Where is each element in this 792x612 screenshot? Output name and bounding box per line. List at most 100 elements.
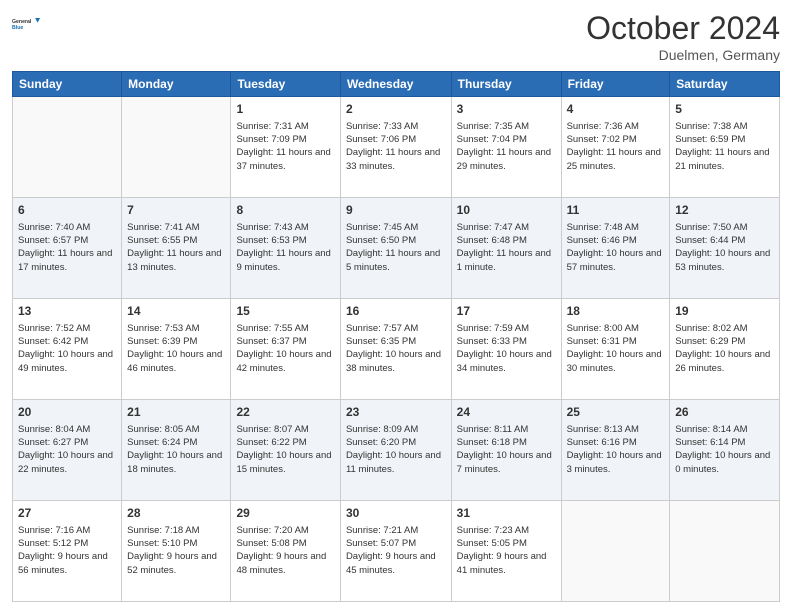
calendar-cell [670, 501, 780, 602]
calendar-cell [13, 97, 122, 198]
day-number: 20 [18, 404, 116, 421]
logo-icon: GeneralBlue [12, 10, 40, 38]
logo: GeneralBlue [12, 10, 40, 38]
day-info: Sunrise: 7:59 AM Sunset: 6:33 PM Dayligh… [457, 322, 556, 375]
day-info: Sunrise: 8:09 AM Sunset: 6:20 PM Dayligh… [346, 423, 446, 476]
calendar-week-3: 13 Sunrise: 7:52 AM Sunset: 6:42 PM Dayli… [13, 299, 780, 400]
day-number: 1 [236, 101, 334, 118]
day-info: Sunrise: 7:55 AM Sunset: 6:37 PM Dayligh… [236, 322, 334, 375]
calendar-cell: 6 Sunrise: 7:40 AM Sunset: 6:57 PM Daylig… [13, 198, 122, 299]
day-number: 4 [567, 101, 665, 118]
month-title: October 2024 [586, 10, 780, 47]
day-info: Sunrise: 7:52 AM Sunset: 6:42 PM Dayligh… [18, 322, 116, 375]
calendar-cell: 5Sunrise: 7:38 AM Sunset: 6:59 PM Daylig… [670, 97, 780, 198]
calendar-cell: 9 Sunrise: 7:45 AM Sunset: 6:50 PM Daylig… [340, 198, 451, 299]
col-header-sunday: Sunday [13, 72, 122, 97]
calendar-cell: 14 Sunrise: 7:53 AM Sunset: 6:39 PM Dayli… [122, 299, 231, 400]
day-number: 22 [236, 404, 334, 421]
col-header-monday: Monday [122, 72, 231, 97]
day-number: 2 [346, 101, 446, 118]
day-number: 15 [236, 303, 334, 320]
day-info: Sunrise: 7:40 AM Sunset: 6:57 PM Dayligh… [18, 221, 116, 274]
calendar-cell [122, 97, 231, 198]
calendar-cell: 2 Sunrise: 7:33 AM Sunset: 7:06 PM Daylig… [340, 97, 451, 198]
day-info: Sunrise: 8:13 AM Sunset: 6:16 PM Dayligh… [567, 423, 665, 476]
calendar-cell: 23Sunrise: 8:09 AM Sunset: 6:20 PM Dayli… [340, 400, 451, 501]
svg-text:General: General [12, 19, 32, 25]
day-info: Sunrise: 7:45 AM Sunset: 6:50 PM Dayligh… [346, 221, 446, 274]
day-number: 10 [457, 202, 556, 219]
day-info: Sunrise: 7:33 AM Sunset: 7:06 PM Dayligh… [346, 120, 446, 173]
day-info: Sunrise: 7:48 AM Sunset: 6:46 PM Dayligh… [567, 221, 665, 274]
day-number: 14 [127, 303, 225, 320]
calendar-cell: 11Sunrise: 7:48 AM Sunset: 6:46 PM Dayli… [561, 198, 670, 299]
day-info: Sunrise: 7:23 AM Sunset: 5:05 PM Dayligh… [457, 524, 556, 577]
header-row: SundayMondayTuesdayWednesdayThursdayFrid… [13, 72, 780, 97]
day-info: Sunrise: 7:36 AM Sunset: 7:02 PM Dayligh… [567, 120, 665, 173]
calendar-cell: 30Sunrise: 7:21 AM Sunset: 5:07 PM Dayli… [340, 501, 451, 602]
day-info: Sunrise: 8:04 AM Sunset: 6:27 PM Dayligh… [18, 423, 116, 476]
calendar-cell: 21Sunrise: 8:05 AM Sunset: 6:24 PM Dayli… [122, 400, 231, 501]
day-info: Sunrise: 7:18 AM Sunset: 5:10 PM Dayligh… [127, 524, 225, 577]
day-info: Sunrise: 7:50 AM Sunset: 6:44 PM Dayligh… [675, 221, 774, 274]
calendar-week-4: 20 Sunrise: 8:04 AM Sunset: 6:27 PM Dayli… [13, 400, 780, 501]
day-info: Sunrise: 7:57 AM Sunset: 6:35 PM Dayligh… [346, 322, 446, 375]
day-number: 16 [346, 303, 446, 320]
day-info: Sunrise: 8:07 AM Sunset: 6:22 PM Dayligh… [236, 423, 334, 476]
day-number: 12 [675, 202, 774, 219]
calendar-cell: 25 Sunrise: 8:13 AM Sunset: 6:16 PM Dayli… [561, 400, 670, 501]
calendar-cell: 27 Sunrise: 7:16 AM Sunset: 5:12 PM Dayli… [13, 501, 122, 602]
calendar-week-1: 1 Sunrise: 7:31 AM Sunset: 7:09 PM Daylig… [13, 97, 780, 198]
calendar-cell: 8 Sunrise: 7:43 AM Sunset: 6:53 PM Daylig… [231, 198, 340, 299]
calendar-cell: 17Sunrise: 7:59 AM Sunset: 6:33 PM Dayli… [451, 299, 561, 400]
calendar-cell: 22 Sunrise: 8:07 AM Sunset: 6:22 PM Dayli… [231, 400, 340, 501]
col-header-wednesday: Wednesday [340, 72, 451, 97]
calendar-cell [561, 501, 670, 602]
calendar-cell: 18Sunrise: 8:00 AM Sunset: 6:31 PM Dayli… [561, 299, 670, 400]
day-number: 29 [236, 505, 334, 522]
day-info: Sunrise: 7:38 AM Sunset: 6:59 PM Dayligh… [675, 120, 774, 173]
calendar-cell: 16 Sunrise: 7:57 AM Sunset: 6:35 PM Dayli… [340, 299, 451, 400]
day-number: 19 [675, 303, 774, 320]
day-number: 26 [675, 404, 774, 421]
calendar-cell: 26 Sunrise: 8:14 AM Sunset: 6:14 PM Dayli… [670, 400, 780, 501]
day-number: 3 [457, 101, 556, 118]
day-info: Sunrise: 7:16 AM Sunset: 5:12 PM Dayligh… [18, 524, 116, 577]
day-number: 13 [18, 303, 116, 320]
col-header-thursday: Thursday [451, 72, 561, 97]
calendar-table: SundayMondayTuesdayWednesdayThursdayFrid… [12, 71, 780, 602]
svg-text:Blue: Blue [12, 25, 23, 31]
day-info: Sunrise: 7:41 AM Sunset: 6:55 PM Dayligh… [127, 221, 225, 274]
calendar-cell: 20 Sunrise: 8:04 AM Sunset: 6:27 PM Dayli… [13, 400, 122, 501]
day-info: Sunrise: 8:05 AM Sunset: 6:24 PM Dayligh… [127, 423, 225, 476]
day-info: Sunrise: 8:02 AM Sunset: 6:29 PM Dayligh… [675, 322, 774, 375]
day-number: 28 [127, 505, 225, 522]
calendar-cell: 31Sunrise: 7:23 AM Sunset: 5:05 PM Dayli… [451, 501, 561, 602]
day-info: Sunrise: 7:35 AM Sunset: 7:04 PM Dayligh… [457, 120, 556, 173]
calendar-cell: 13 Sunrise: 7:52 AM Sunset: 6:42 PM Dayli… [13, 299, 122, 400]
day-number: 6 [18, 202, 116, 219]
calendar-cell: 24Sunrise: 8:11 AM Sunset: 6:18 PM Dayli… [451, 400, 561, 501]
calendar-cell: 28 Sunrise: 7:18 AM Sunset: 5:10 PM Dayli… [122, 501, 231, 602]
day-info: Sunrise: 7:47 AM Sunset: 6:48 PM Dayligh… [457, 221, 556, 274]
calendar-cell: 1 Sunrise: 7:31 AM Sunset: 7:09 PM Daylig… [231, 97, 340, 198]
col-header-tuesday: Tuesday [231, 72, 340, 97]
calendar-cell: 4 Sunrise: 7:36 AM Sunset: 7:02 PM Daylig… [561, 97, 670, 198]
day-info: Sunrise: 8:14 AM Sunset: 6:14 PM Dayligh… [675, 423, 774, 476]
day-info: Sunrise: 7:20 AM Sunset: 5:08 PM Dayligh… [236, 524, 334, 577]
day-number: 7 [127, 202, 225, 219]
day-number: 8 [236, 202, 334, 219]
day-info: Sunrise: 7:31 AM Sunset: 7:09 PM Dayligh… [236, 120, 334, 173]
title-block: October 2024 Duelmen, Germany [586, 10, 780, 63]
calendar-cell: 3 Sunrise: 7:35 AM Sunset: 7:04 PM Daylig… [451, 97, 561, 198]
calendar-cell: 7 Sunrise: 7:41 AM Sunset: 6:55 PM Daylig… [122, 198, 231, 299]
day-info: Sunrise: 7:43 AM Sunset: 6:53 PM Dayligh… [236, 221, 334, 274]
day-info: Sunrise: 7:53 AM Sunset: 6:39 PM Dayligh… [127, 322, 225, 375]
day-info: Sunrise: 7:21 AM Sunset: 5:07 PM Dayligh… [346, 524, 446, 577]
day-number: 9 [346, 202, 446, 219]
col-header-saturday: Saturday [670, 72, 780, 97]
day-number: 27 [18, 505, 116, 522]
calendar-cell: 29 Sunrise: 7:20 AM Sunset: 5:08 PM Dayli… [231, 501, 340, 602]
day-number: 25 [567, 404, 665, 421]
day-number: 24 [457, 404, 556, 421]
